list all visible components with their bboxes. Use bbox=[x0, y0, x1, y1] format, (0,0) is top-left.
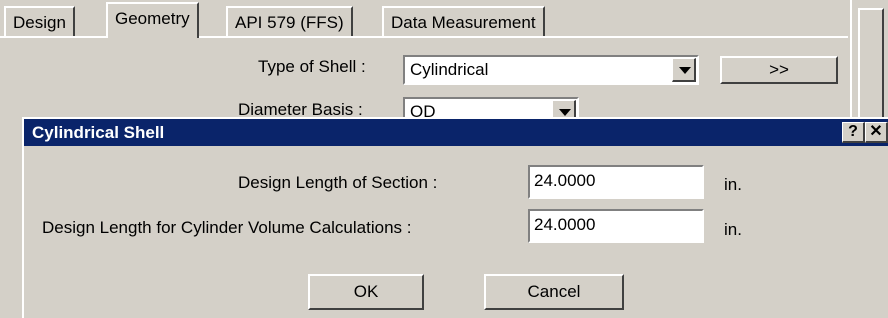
type-of-shell-select[interactable]: Cylindrical bbox=[403, 55, 699, 85]
dialog-title: Cylindrical Shell bbox=[32, 123, 165, 142]
tab-data-measurement[interactable]: Data Measurement bbox=[382, 6, 545, 38]
design-length-volume-label: Design Length for Cylinder Volume Calcul… bbox=[42, 218, 412, 237]
diameter-basis-label: Diameter Basis : bbox=[238, 100, 363, 117]
close-button[interactable]: ✕ bbox=[865, 122, 888, 143]
close-icon: ✕ bbox=[869, 123, 883, 140]
scrollbar-thumb[interactable] bbox=[858, 8, 884, 118]
design-length-section-unit: in. bbox=[724, 175, 742, 194]
design-length-volume-input[interactable]: 24.0000 bbox=[528, 209, 704, 243]
help-icon: ? bbox=[848, 123, 858, 140]
diameter-basis-dropdown-button[interactable] bbox=[552, 100, 576, 117]
type-of-shell-label: Type of Shell : bbox=[258, 57, 366, 76]
diameter-basis-select[interactable]: OD bbox=[403, 97, 579, 117]
design-length-volume-unit: in. bbox=[724, 220, 742, 239]
type-of-shell-value: Cylindrical bbox=[410, 60, 489, 79]
help-button[interactable]: ? bbox=[842, 122, 865, 143]
tab-api-579[interactable]: API 579 (FFS) bbox=[226, 6, 353, 38]
tab-geometry[interactable]: Geometry bbox=[106, 2, 199, 38]
chevron-down-icon bbox=[559, 109, 571, 116]
design-length-section-label: Design Length of Section : bbox=[238, 173, 438, 192]
cancel-button[interactable]: Cancel bbox=[484, 274, 624, 310]
chevron-down-icon bbox=[679, 67, 691, 74]
tab-design[interactable]: Design bbox=[4, 6, 75, 38]
dialog-titlebar[interactable]: Cylindrical Shell ? ✕ bbox=[24, 119, 888, 146]
diameter-basis-row: Diameter Basis : OD bbox=[0, 96, 850, 117]
ok-button[interactable]: OK bbox=[308, 274, 424, 310]
cylindrical-shell-dialog: Cylindrical Shell ? ✕ Design Length of S… bbox=[22, 117, 888, 318]
diameter-basis-value: OD bbox=[410, 102, 436, 117]
design-length-section-input[interactable]: 24.0000 bbox=[528, 165, 704, 199]
more-button[interactable]: >> bbox=[720, 56, 838, 84]
type-of-shell-dropdown-button[interactable] bbox=[672, 58, 696, 82]
vertical-scrollbar[interactable] bbox=[850, 0, 888, 122]
